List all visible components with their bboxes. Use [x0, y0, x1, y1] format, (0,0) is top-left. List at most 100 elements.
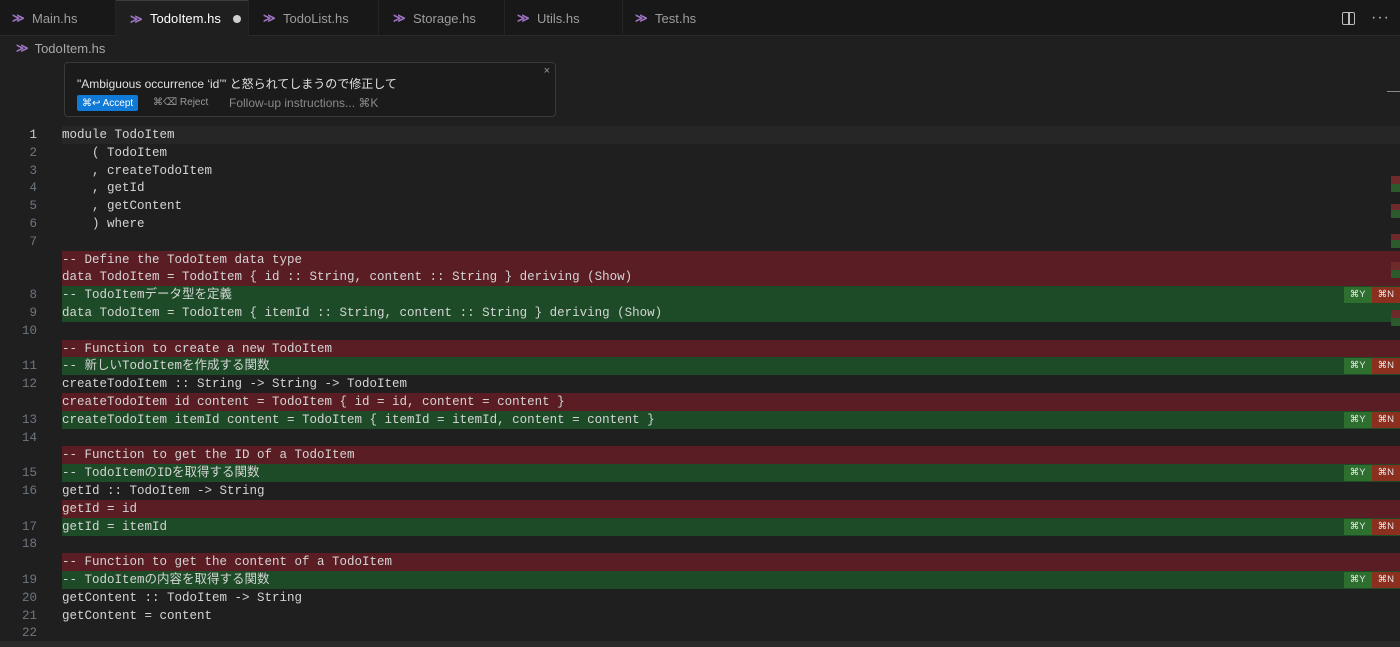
code-line[interactable]: 21 getContent = content [0, 607, 1400, 625]
tab-storage[interactable]: ≫ Storage.hs [379, 0, 505, 36]
tab-test[interactable]: ≫ Test.hs [623, 0, 723, 36]
followup-input[interactable]: Follow-up instructions... ⌘K [229, 96, 378, 110]
tab-utils[interactable]: ≫ Utils.hs [505, 0, 623, 36]
line-number: 11 [21, 359, 37, 374]
code-line[interactable]: 18 [0, 535, 1400, 553]
line-number: 18 [21, 537, 37, 552]
accept-hunk-button[interactable]: ⌘Y [1343, 518, 1372, 535]
code-line[interactable]: 4 , getId [0, 179, 1400, 197]
split-editor-icon[interactable] [1342, 11, 1356, 25]
code-text[interactable]: ( TodoItem [62, 144, 1400, 162]
accept-button[interactable]: ⌘↩ Accept [77, 95, 139, 111]
code-line[interactable]: 12 createTodoItem :: String -> String -> … [0, 375, 1400, 393]
code-text[interactable]: getId = itemId [62, 517, 1400, 536]
code-text[interactable]: createTodoItem :: String -> String -> To… [62, 375, 1400, 393]
code-text[interactable] [62, 322, 1400, 340]
removed-line[interactable]: -- Function to create a new TodoItem [0, 339, 1400, 358]
tab-todolist[interactable]: ≫ TodoList.hs [249, 0, 379, 36]
line-number: 5 [29, 199, 37, 214]
code-text[interactable]: -- Function to get the ID of a TodoItem [62, 446, 1400, 465]
code-text[interactable] [62, 624, 1400, 642]
accept-hunk-button[interactable]: ⌘Y [1343, 465, 1372, 482]
removed-line[interactable]: data TodoItem = TodoItem { id :: String,… [0, 268, 1400, 287]
code-text[interactable]: -- Function to create a new TodoItem [62, 339, 1400, 358]
haskell-file-icon: ≫ [393, 11, 406, 25]
removed-line[interactable]: createTodoItem id content = TodoItem { i… [0, 393, 1400, 411]
accept-hunk-button[interactable]: ⌘Y [1343, 358, 1372, 375]
haskell-file-icon: ≫ [517, 11, 530, 25]
reject-button[interactable]: ⌘⌫ Reject [153, 97, 208, 108]
line-number: 8 [29, 288, 37, 303]
code-editor[interactable]: 1 module TodoItem 2 ( TodoItem 3 , createTo… [0, 126, 1400, 641]
code-line[interactable]: 7 [0, 233, 1400, 251]
code-line[interactable]: 1 module TodoItem [0, 126, 1400, 144]
code-text[interactable] [62, 429, 1400, 447]
code-line[interactable]: 6 ) where [0, 215, 1400, 233]
ruler-removed-mark [1391, 262, 1400, 270]
code-text[interactable]: , getId [62, 179, 1400, 197]
haskell-file-icon: ≫ [130, 11, 143, 26]
code-text[interactable]: -- 新しいTodoItemを作成する関数 [62, 357, 1400, 376]
added-line[interactable]: 19 -- TodoItemの内容を取得する関数 ⌘Y ⌘N [0, 571, 1400, 589]
more-actions-icon[interactable]: ··· [1371, 10, 1390, 26]
accept-hunk-button[interactable]: ⌘Y [1343, 287, 1372, 304]
horizontal-scrollbar[interactable] [0, 641, 1400, 647]
accept-hunk-button[interactable]: ⌘Y [1343, 411, 1372, 428]
tab-main[interactable]: ≫ Main.hs [0, 0, 116, 36]
code-text[interactable]: -- TodoItemのIDを取得する関数 [62, 464, 1400, 483]
breadcrumb-file[interactable]: TodoItem.hs [35, 41, 106, 56]
code-line[interactable]: 5 , getContent [0, 197, 1400, 215]
code-text[interactable]: , getContent [62, 197, 1400, 215]
removed-line[interactable]: -- Define the TodoItem data type [0, 250, 1400, 269]
ruler-removed-mark [1391, 310, 1400, 318]
code-text[interactable]: getContent :: TodoItem -> String [62, 589, 1400, 607]
code-text[interactable]: ) where [62, 215, 1400, 233]
ruler-added-mark [1391, 270, 1400, 278]
added-line[interactable]: 15 -- TodoItemのIDを取得する関数 ⌘Y ⌘N [0, 464, 1400, 483]
code-text[interactable]: data TodoItem = TodoItem { itemId :: Str… [62, 304, 1400, 322]
added-line[interactable]: 13 createTodoItem itemId content = TodoIt… [0, 410, 1400, 429]
code-text[interactable]: getId = id [62, 499, 1400, 518]
code-line[interactable]: 3 , createTodoItem [0, 162, 1400, 180]
code-text[interactable]: -- Define the TodoItem data type [62, 250, 1400, 269]
added-line[interactable]: 17 getId = itemId ⌘Y ⌘N [0, 517, 1400, 536]
code-text[interactable]: getId :: TodoItem -> String [62, 482, 1400, 500]
code-text[interactable]: -- Function to get the content of a Todo… [62, 553, 1400, 572]
breadcrumb[interactable]: ≫ TodoItem.hs [16, 39, 105, 57]
added-line[interactable]: 9 data TodoItem = TodoItem { itemId :: St… [0, 304, 1400, 322]
line-number: 10 [21, 323, 37, 338]
tab-todoitem[interactable]: ≫ TodoItem.hs [116, 0, 249, 36]
code-text[interactable]: -- TodoItemデータ型を定義 [62, 286, 1400, 305]
code-text[interactable]: createTodoItem id content = TodoItem { i… [62, 393, 1400, 411]
close-icon[interactable]: × [544, 65, 550, 77]
line-number: 13 [21, 412, 37, 427]
added-line[interactable]: 11 -- 新しいTodoItemを作成する関数 ⌘Y ⌘N [0, 357, 1400, 376]
code-text[interactable]: module TodoItem [62, 126, 1400, 144]
code-line[interactable]: 2 ( TodoItem [0, 144, 1400, 162]
line-number: 7 [29, 234, 37, 249]
line-number: 12 [21, 377, 37, 392]
removed-line[interactable]: getId = id [0, 499, 1400, 518]
code-text[interactable] [62, 535, 1400, 553]
accept-hunk-button[interactable]: ⌘Y [1343, 572, 1372, 588]
code-text[interactable]: -- TodoItemの内容を取得する関数 [62, 571, 1400, 589]
haskell-file-icon: ≫ [635, 11, 648, 25]
code-text[interactable] [62, 233, 1400, 251]
tab-label: TodoList.hs [283, 10, 349, 26]
removed-line[interactable]: -- Function to get the ID of a TodoItem [0, 446, 1400, 465]
added-line[interactable]: 8 -- TodoItemデータ型を定義 ⌘Y ⌘N [0, 286, 1400, 305]
code-line[interactable]: 20 getContent :: TodoItem -> String [0, 589, 1400, 607]
unsaved-dot-icon[interactable] [232, 14, 241, 23]
code-text[interactable]: , createTodoItem [62, 162, 1400, 180]
code-line[interactable]: 14 [0, 429, 1400, 447]
tab-bar: ≫ Main.hs ≫ TodoItem.hs ≫ TodoList.hs ≫ … [0, 0, 1400, 36]
code-text[interactable]: data TodoItem = TodoItem { id :: String,… [62, 268, 1400, 287]
code-text[interactable]: getContent = content [62, 607, 1400, 625]
code-line[interactable]: 10 [0, 322, 1400, 340]
overview-ruler[interactable] [1387, 86, 1400, 641]
code-line[interactable]: 16 getId :: TodoItem -> String [0, 482, 1400, 500]
code-line[interactable]: 22 [0, 624, 1400, 642]
ruler-removed-mark [1391, 176, 1400, 184]
code-text[interactable]: createTodoItem itemId content = TodoItem… [62, 410, 1400, 429]
removed-line[interactable]: -- Function to get the content of a Todo… [0, 553, 1400, 572]
